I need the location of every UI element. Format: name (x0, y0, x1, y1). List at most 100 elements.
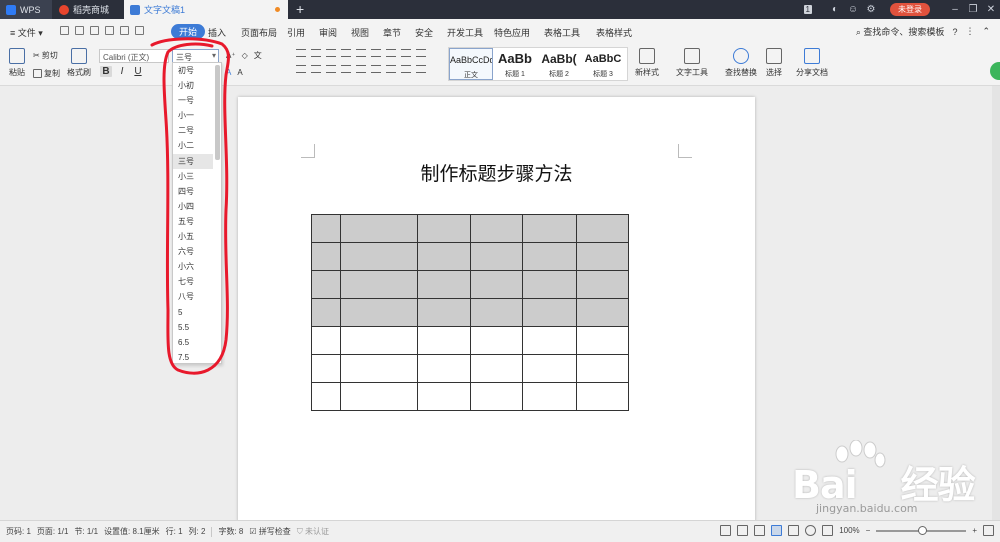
status-page-number[interactable]: 页码: 1 (6, 526, 31, 537)
select-button[interactable]: 选择 (763, 48, 785, 78)
web-view-icon[interactable] (805, 525, 817, 536)
italic-button[interactable]: I (116, 66, 128, 77)
numbered-list-icon[interactable] (311, 49, 321, 57)
font-size-option[interactable]: 小一 (173, 108, 213, 123)
table-cell[interactable] (522, 326, 577, 355)
table-cell[interactable] (576, 382, 629, 411)
shading-icon[interactable] (386, 65, 396, 73)
font-size-option[interactable]: 六号 (173, 244, 213, 259)
table-row[interactable] (311, 214, 629, 243)
table-cell[interactable] (470, 270, 523, 299)
table-cell[interactable] (417, 270, 471, 299)
document-table[interactable] (311, 214, 629, 411)
save-icon[interactable] (60, 26, 69, 35)
table-cell[interactable] (340, 214, 418, 243)
format-painter-button[interactable]: 格式刷 (66, 48, 92, 78)
table-row[interactable] (311, 382, 629, 411)
table-cell[interactable] (311, 382, 341, 411)
tab-docer-store[interactable]: 稻壳商城 (53, 0, 123, 19)
table-cell[interactable] (340, 298, 418, 327)
spellcheck-button[interactable]: ☑ 拼写检查 (249, 526, 290, 537)
tab-document[interactable]: 文字文稿1 (124, 0, 288, 19)
zoom-slider[interactable] (876, 525, 967, 535)
menu-table-tools[interactable]: 表格工具 (544, 26, 580, 39)
help-button[interactable]: ? (952, 27, 957, 37)
font-size-option[interactable]: 小三 (173, 169, 213, 184)
read-mode-icon[interactable] (737, 525, 749, 536)
font-size-option[interactable]: 5 (173, 305, 213, 320)
clear-format-icon[interactable]: ◇ (242, 51, 248, 60)
minimize-button[interactable]: – (946, 4, 964, 15)
font-size-option[interactable]: 7.5 (173, 350, 213, 363)
style-normal[interactable]: AaBbCcDd 正文 (449, 48, 493, 80)
grow-font-icon[interactable]: A⁺ (226, 51, 236, 60)
table-cell[interactable] (417, 326, 471, 355)
zoom-out-button[interactable]: − (866, 526, 871, 535)
table-cell[interactable] (340, 382, 418, 411)
sort-icon[interactable] (371, 49, 381, 57)
font-size-option[interactable]: 二号 (173, 123, 213, 138)
table-cell[interactable] (576, 354, 629, 383)
justify-icon[interactable] (341, 65, 351, 73)
table-cell[interactable] (340, 354, 418, 383)
cut-button[interactable]: ✂ 剪切 (33, 50, 58, 61)
close-button[interactable]: ✕ (982, 4, 1000, 15)
new-style-button[interactable]: 新样式 (632, 48, 662, 78)
table-cell[interactable] (311, 326, 341, 355)
font-color-icon[interactable]: A (226, 68, 231, 77)
share-doc-button[interactable]: 分享文档 (795, 48, 829, 78)
table-cell[interactable] (470, 354, 523, 383)
show-marks-icon[interactable] (386, 49, 396, 57)
page-view-icon[interactable] (771, 525, 783, 536)
line-spacing-icon[interactable] (371, 65, 381, 73)
align-center-icon[interactable] (311, 65, 321, 73)
decrease-indent-icon[interactable] (326, 49, 336, 57)
menu-page-layout[interactable]: 页面布局 (241, 26, 277, 39)
login-button[interactable]: 未登录 (890, 3, 930, 16)
table-cell[interactable] (470, 298, 523, 327)
undo-icon[interactable] (120, 26, 129, 35)
char-shading-icon[interactable]: A (237, 68, 242, 77)
table-cell[interactable] (470, 326, 523, 355)
more-icon[interactable]: ⋮ (965, 26, 974, 37)
status-word-count[interactable]: 字数: 8 (218, 526, 243, 537)
table-cell[interactable] (522, 382, 577, 411)
file-menu[interactable]: ≡ 文件 ▾ (10, 26, 43, 39)
table-cell[interactable] (522, 270, 577, 299)
table-cell[interactable] (522, 298, 577, 327)
document-page[interactable]: 制作标题步骤方法 (238, 97, 755, 522)
borders-icon[interactable] (401, 65, 411, 73)
table-cell[interactable] (576, 326, 629, 355)
zoom-level[interactable]: 100% (839, 526, 859, 535)
align-right-icon[interactable] (326, 65, 336, 73)
collapse-ribbon-icon[interactable]: ⌃ (982, 26, 990, 37)
menu-chapter[interactable]: 章节 (383, 26, 401, 39)
settings-icon[interactable]: ⚙ (862, 4, 880, 15)
table-insert-icon[interactable] (401, 49, 411, 57)
para-settings-icon[interactable] (416, 65, 426, 73)
font-size-option[interactable]: 初号 (173, 63, 213, 78)
menu-home[interactable]: 开始 (171, 24, 206, 39)
status-pages[interactable]: 页面: 1/1 (37, 526, 69, 537)
underline-button[interactable]: U (132, 66, 144, 77)
font-size-select[interactable]: 三号 ▾ (172, 49, 219, 63)
table-cell[interactable] (340, 242, 418, 271)
table-cell[interactable] (311, 270, 341, 299)
redo-icon[interactable] (135, 26, 144, 35)
table-cell[interactable] (470, 242, 523, 271)
menu-table-style[interactable]: 表格样式 (596, 26, 632, 39)
table-cell[interactable] (522, 214, 577, 243)
font-size-option[interactable]: 小六 (173, 259, 213, 274)
font-size-option[interactable]: 七号 (173, 274, 213, 289)
menu-special-apps[interactable]: 特色应用 (494, 26, 530, 39)
maximize-button[interactable]: ❐ (964, 4, 982, 15)
text-tools-button[interactable]: 文字工具 (673, 48, 711, 78)
style-heading-2[interactable]: AaBb( 标题 2 (537, 48, 581, 80)
table-row[interactable] (311, 354, 629, 383)
table-cell[interactable] (522, 242, 577, 271)
table-cell[interactable] (417, 298, 471, 327)
font-size-option[interactable]: 小五 (173, 229, 213, 244)
font-size-option[interactable]: 小二 (173, 138, 213, 153)
table-cell[interactable] (576, 270, 629, 299)
table-cell[interactable] (340, 326, 418, 355)
